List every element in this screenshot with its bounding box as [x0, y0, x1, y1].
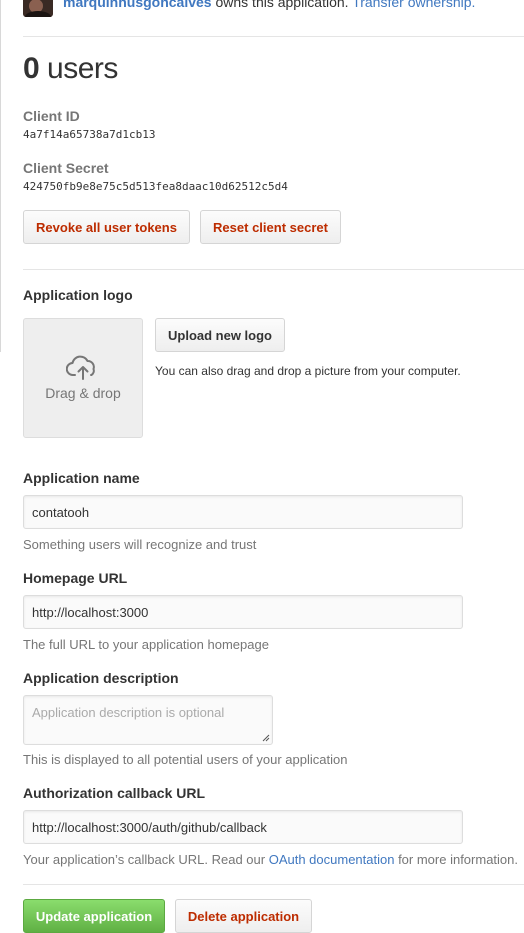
application-name-input[interactable]: contatooh: [23, 495, 463, 529]
transfer-ownership-link[interactable]: Transfer ownership.: [352, 0, 475, 10]
client-id-value: 4a7f14a65738a7d1cb13: [23, 128, 156, 141]
description-placeholder: Application description is optional: [32, 705, 225, 720]
users-count-number: 0: [23, 52, 40, 85]
delete-application-button[interactable]: Delete application: [175, 899, 312, 933]
divider: [23, 884, 524, 885]
reset-secret-button[interactable]: Reset client secret: [200, 210, 341, 244]
application-name-label: Application name: [23, 470, 140, 486]
update-application-button[interactable]: Update application: [23, 899, 165, 933]
application-description-note: This is displayed to all potential users…: [23, 752, 348, 767]
left-column-divider: [0, 0, 1, 352]
callback-url-input[interactable]: http://localhost:3000/auth/github/callba…: [23, 810, 463, 844]
owner-username-link[interactable]: marquinhusgoncalves: [63, 0, 212, 10]
callback-url-label: Authorization callback URL: [23, 785, 206, 801]
client-secret-label: Client Secret: [23, 160, 109, 176]
client-secret-value: 424750fb9e8e75c5d513fea8daac10d62512c5d4: [23, 180, 288, 193]
client-id-label: Client ID: [23, 108, 80, 124]
homepage-url-note: The full URL to your application homepag…: [23, 637, 269, 652]
avatar[interactable]: [23, 0, 53, 17]
application-name-note: Something users will recognize and trust: [23, 537, 257, 552]
logo-dropzone[interactable]: Drag & drop: [23, 318, 143, 438]
cloud-upload-icon: [66, 355, 95, 380]
logo-hint: You can also drag and drop a picture fro…: [155, 364, 461, 378]
callback-note-suffix: for more information.: [394, 852, 518, 867]
owner-row: marquinhusgoncalves owns this applicatio…: [23, 0, 475, 17]
users-count: 0 users: [23, 52, 118, 86]
users-count-label: users: [39, 52, 118, 85]
divider: [23, 269, 524, 270]
revoke-tokens-button[interactable]: Revoke all user tokens: [23, 210, 190, 244]
upload-logo-button[interactable]: Upload new logo: [155, 318, 285, 352]
resize-handle-icon[interactable]: [262, 734, 270, 742]
homepage-url-label: Homepage URL: [23, 570, 128, 586]
dropzone-label: Drag & drop: [45, 385, 121, 401]
application-description-label: Application description: [23, 670, 179, 686]
oauth-documentation-link[interactable]: OAuth documentation: [269, 852, 395, 867]
callback-url-note: Your application’s callback URL. Read ou…: [23, 852, 518, 867]
callback-note-prefix: Your application’s callback URL. Read ou…: [23, 852, 269, 867]
application-logo-label: Application logo: [23, 287, 133, 303]
homepage-url-input[interactable]: http://localhost:3000: [23, 595, 463, 629]
owner-text: marquinhusgoncalves owns this applicatio…: [63, 0, 475, 10]
owner-owns-text: owns this application.: [211, 0, 353, 10]
application-description-input[interactable]: Application description is optional: [23, 695, 273, 745]
divider: [23, 36, 524, 37]
